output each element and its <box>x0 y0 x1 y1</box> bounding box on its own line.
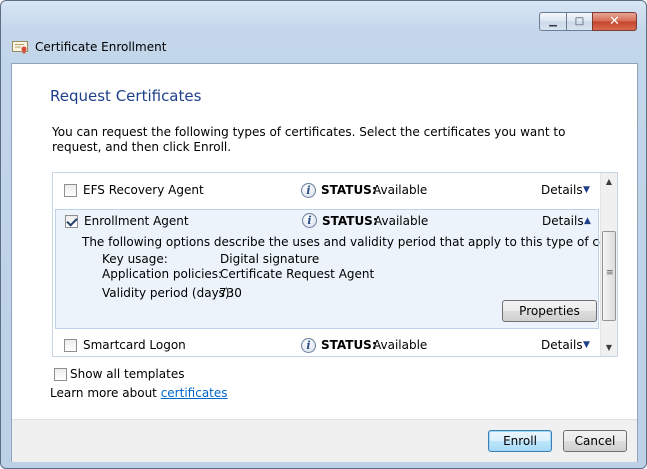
page-title: Request Certificates <box>50 87 202 105</box>
window-title: Certificate Enrollment <box>35 40 167 54</box>
validity-period-label: Validity period (days): <box>102 286 234 300</box>
details-link[interactable]: Details <box>542 214 584 228</box>
status-label: STATUS: <box>322 214 378 228</box>
key-usage-label: Key usage: <box>102 252 168 266</box>
validity-period-value: 730 <box>219 286 242 300</box>
chevron-down-icon[interactable]: ▼ <box>583 185 590 195</box>
smartcard-logon-checkbox[interactable] <box>64 339 77 352</box>
certificate-name: EFS Recovery Agent <box>83 183 204 197</box>
grip-icon: ≡ <box>606 268 614 278</box>
scroll-down-arrow-icon[interactable]: ▼ <box>601 339 617 356</box>
info-icon: i <box>301 338 316 353</box>
certificates-link[interactable]: certificates <box>161 386 228 400</box>
chevron-up-icon[interactable]: ▲ <box>584 216 591 226</box>
learn-more-text: Learn more about certificates <box>50 386 228 400</box>
learn-more-prefix: Learn more about <box>50 386 157 400</box>
chevron-down-icon[interactable]: ▼ <box>583 340 590 350</box>
details-link[interactable]: Details <box>541 183 583 197</box>
certificate-row-enrollment-agent: Enrollment Agent i STATUS: Available Det… <box>55 209 617 329</box>
title-bar[interactable]: Certificate Enrollment ▁ □ ✕ <box>1 1 646 63</box>
cancel-button[interactable]: Cancel <box>563 430 627 452</box>
window-controls: ▁ □ ✕ <box>539 12 637 32</box>
scroll-thumb[interactable]: ≡ <box>602 231 616 321</box>
maximize-button[interactable]: □ <box>566 12 592 31</box>
properties-button[interactable]: Properties <box>502 300 597 322</box>
enrollment-agent-checkbox[interactable] <box>65 215 78 228</box>
enroll-button[interactable]: Enroll <box>488 430 552 452</box>
info-icon: i <box>301 183 316 198</box>
application-policies-label: Application policies: <box>102 267 223 281</box>
wizard-page: Request Certificates You can request the… <box>11 63 638 462</box>
key-usage-value: Digital signature <box>220 252 320 266</box>
status-label: STATUS: <box>321 338 377 352</box>
efs-recovery-agent-checkbox[interactable] <box>64 184 77 197</box>
certificate-list: EFS Recovery Agent i STATUS: Available D… <box>52 172 618 357</box>
certificate-row-efs-recovery-agent: EFS Recovery Agent i STATUS: Available D… <box>53 178 601 202</box>
status-label: STATUS: <box>321 183 377 197</box>
scroll-up-arrow-icon[interactable]: ▲ <box>601 173 617 190</box>
certificate-icon <box>12 41 28 54</box>
show-all-templates-label: Show all templates <box>70 367 185 381</box>
details-link[interactable]: Details <box>541 338 583 352</box>
certificate-row-smartcard-logon: Smartcard Logon i STATUS: Available Deta… <box>53 335 601 356</box>
certificate-name: Smartcard Logon <box>83 338 186 352</box>
wizard-footer: Enroll Cancel <box>12 420 637 462</box>
intro-text: You can request the following types of c… <box>52 125 566 154</box>
close-button[interactable]: ✕ <box>592 12 637 31</box>
status-value: Available <box>373 183 428 197</box>
certificate-description: The following options describe the uses … <box>82 235 618 249</box>
minimize-button[interactable]: ▁ <box>539 12 566 31</box>
application-policies-value: Certificate Request Agent <box>220 267 375 281</box>
status-value: Available <box>373 338 428 352</box>
status-value: Available <box>374 214 429 228</box>
certificate-enrollment-window: Certificate Enrollment ▁ □ ✕ Request Cer… <box>0 0 647 469</box>
certificate-name: Enrollment Agent <box>84 214 189 228</box>
show-all-templates-checkbox[interactable] <box>54 368 67 381</box>
vertical-scrollbar[interactable]: ▲ ≡ ▼ <box>600 173 617 356</box>
info-icon: i <box>302 213 317 228</box>
